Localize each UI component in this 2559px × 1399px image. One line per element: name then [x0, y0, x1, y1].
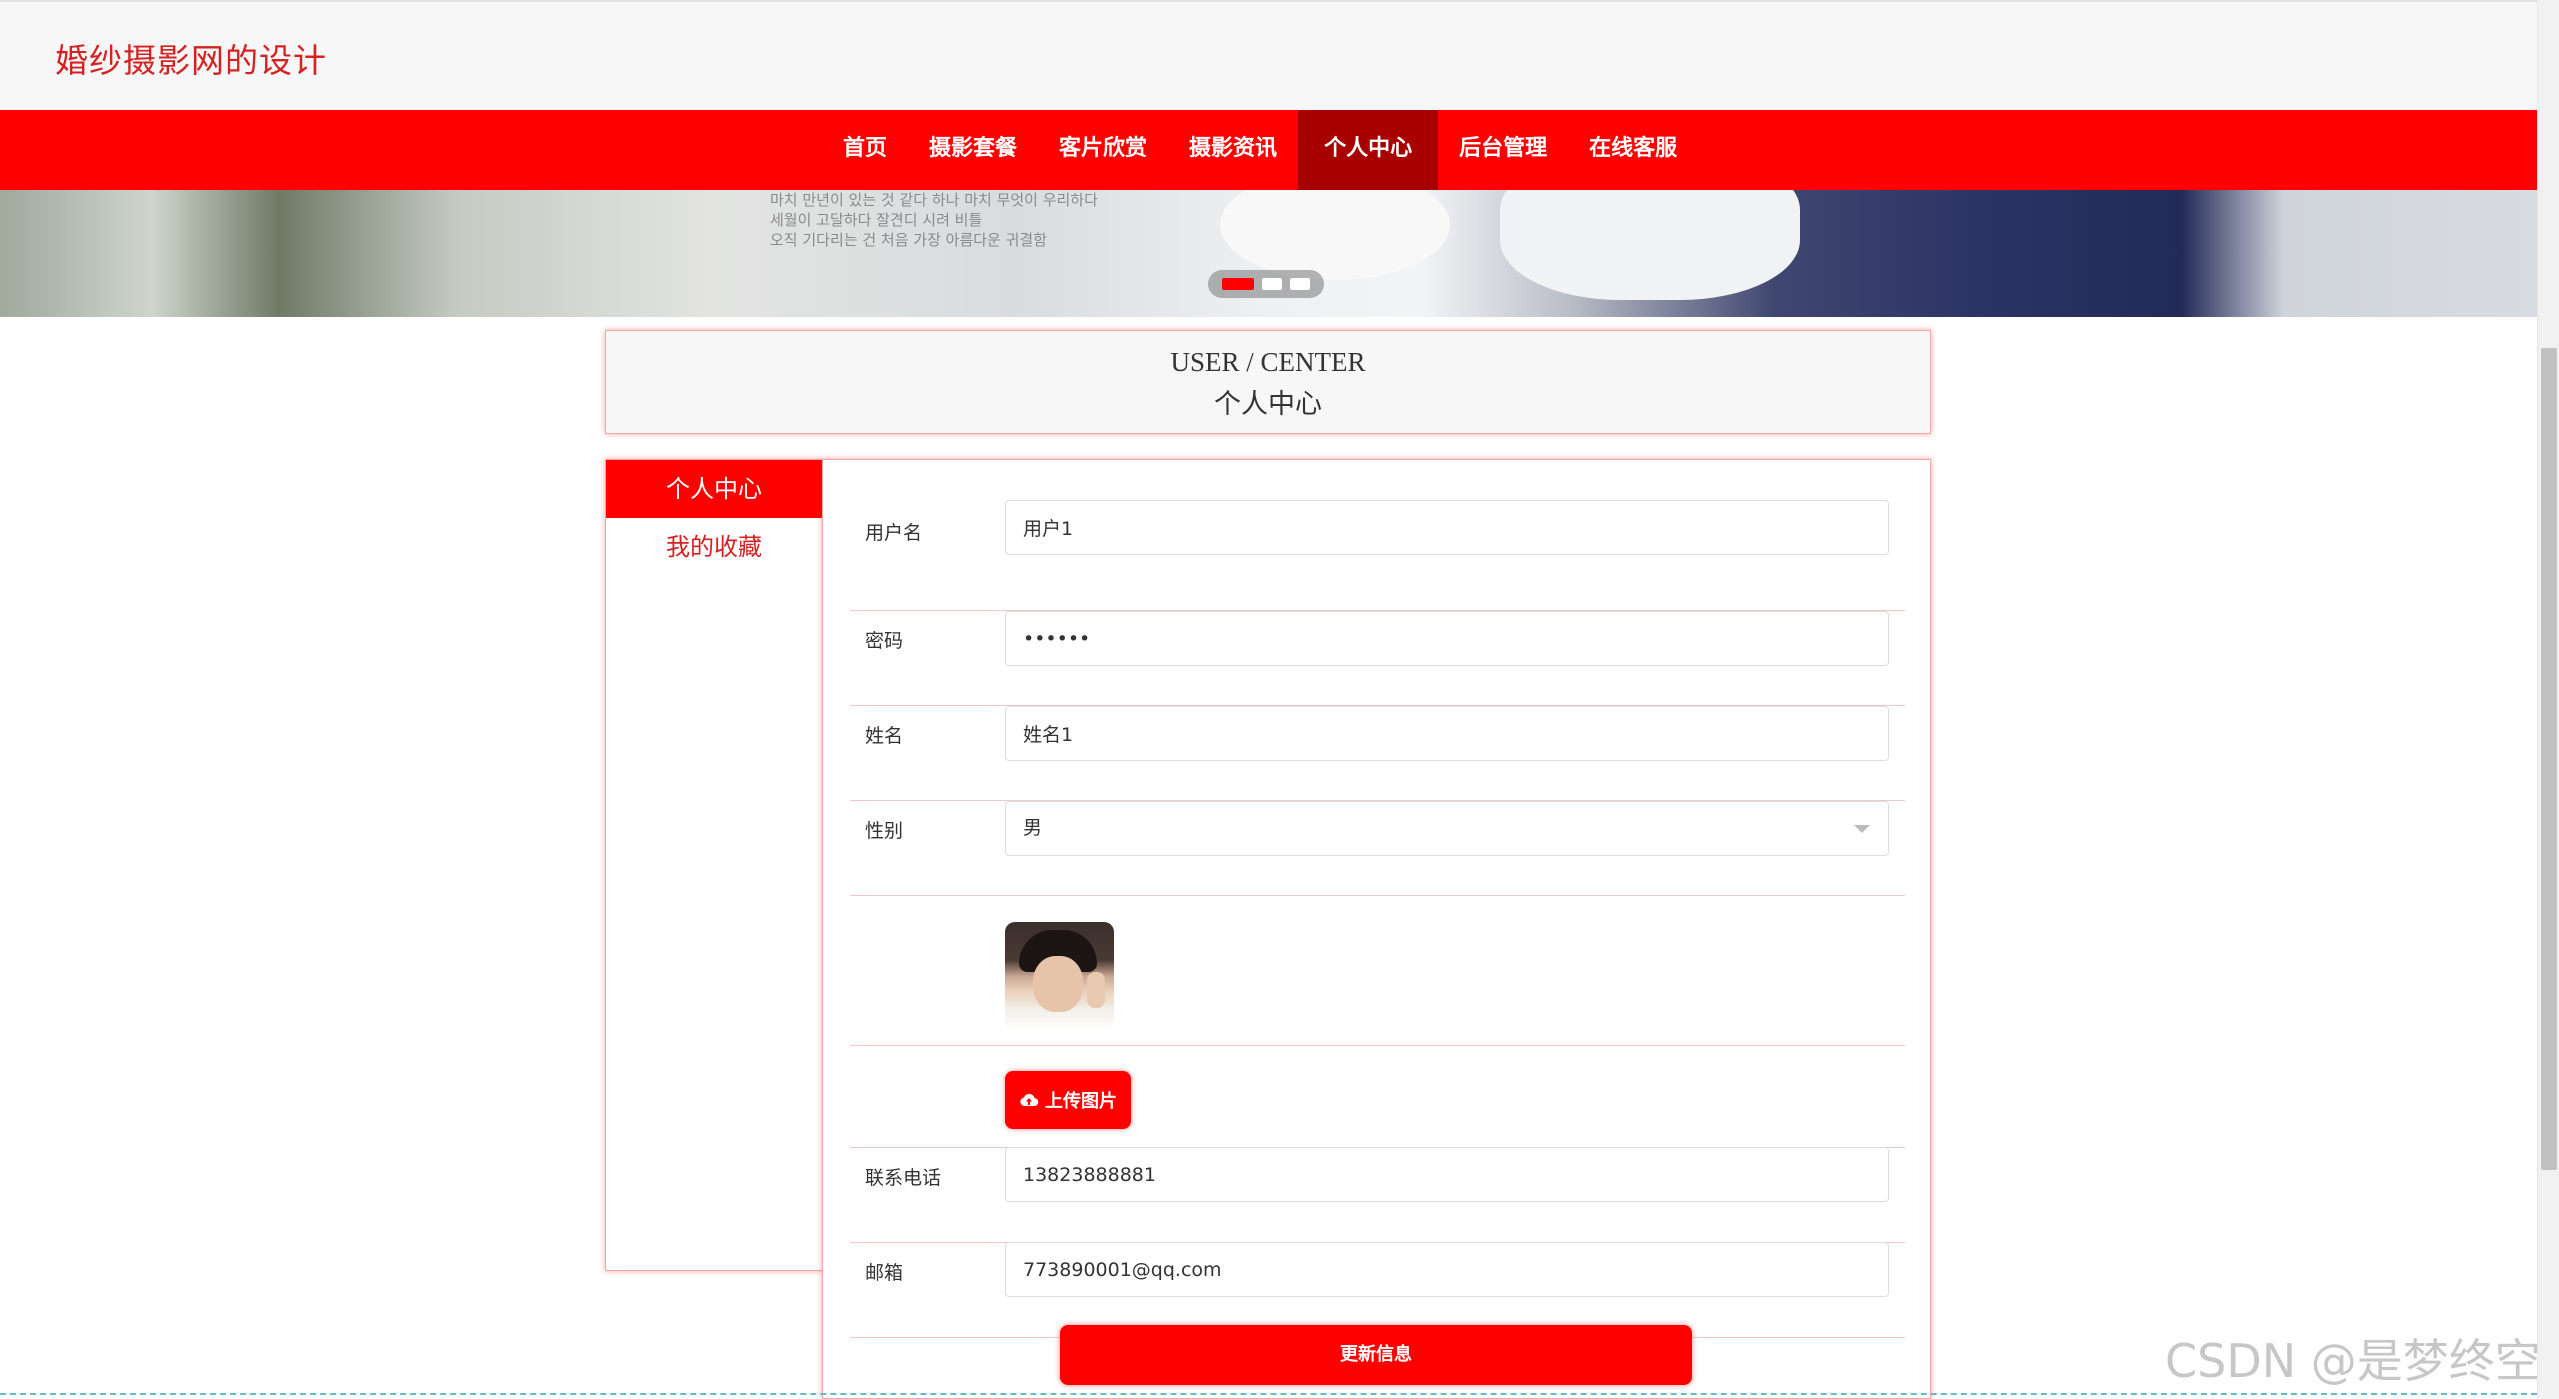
- banner-decoration: [1220, 190, 1450, 280]
- form-row-avatar: [850, 896, 1905, 1046]
- phone-input[interactable]: [1005, 1147, 1889, 1202]
- email-input[interactable]: [1005, 1242, 1889, 1297]
- form-row-phone: 联系电话: [850, 1147, 1905, 1243]
- section-title-box: USER / CENTER 个人中心: [605, 330, 1931, 434]
- username-label: 用户名: [865, 522, 923, 544]
- email-label: 邮箱: [865, 1262, 904, 1284]
- carousel-dot-active[interactable]: [1222, 278, 1254, 290]
- password-label: 密码: [865, 630, 904, 652]
- main-nav: 首页 摄影套餐 客片欣赏 摄影资讯 个人中心 后台管理 在线客服: [0, 110, 2537, 190]
- section-title-en: USER / CENTER: [1170, 347, 1366, 377]
- phone-label: 联系电话: [865, 1167, 942, 1189]
- upload-image-button[interactable]: 上传图片: [1005, 1071, 1131, 1129]
- site-title[interactable]: 婚纱摄影网的设计: [55, 34, 327, 82]
- nav-item-home[interactable]: 首页: [822, 110, 908, 190]
- upload-image-label: 上传图片: [1045, 1091, 1117, 1112]
- form-row-email: 邮箱: [850, 1242, 1905, 1338]
- form-row-username: 用户名: [850, 500, 1905, 611]
- gender-selected-value: 男: [1023, 817, 1043, 839]
- update-info-button[interactable]: 更新信息: [1060, 1325, 1692, 1385]
- section-title-zh: 个人中心: [1214, 389, 1322, 420]
- nav-item-online-service[interactable]: 在线客服: [1568, 110, 1698, 190]
- banner-caption: 마치 만년이 있는 것 같다 하나 마치 무엇이 우리하다 세월이 고달하다 잘…: [770, 190, 1098, 250]
- sidebar-item-favorites[interactable]: 我的收藏: [606, 518, 822, 576]
- carousel-dot[interactable]: [1290, 278, 1310, 290]
- scrollbar-thumb[interactable]: [2541, 348, 2557, 1170]
- form-row-password: 密码: [850, 611, 1905, 706]
- page-scrollbar[interactable]: [2537, 0, 2559, 1399]
- banner-carousel[interactable]: 마치 만년이 있는 것 같다 하나 마치 무엇이 우리하다 세월이 고달하다 잘…: [0, 190, 2537, 317]
- nav-item-admin[interactable]: 后台管理: [1438, 110, 1568, 190]
- gender-label: 性别: [865, 820, 904, 842]
- avatar: [1005, 922, 1114, 1031]
- form-row-upload: 上传图片: [850, 1046, 1905, 1148]
- profile-form: 用户名 密码 姓名 性别 男 上传图片 联系电话: [822, 459, 1931, 1399]
- username-input[interactable]: [1005, 500, 1889, 555]
- user-sidebar: 个人中心 我的收藏: [605, 459, 823, 1271]
- nav-item-news[interactable]: 摄影资讯: [1168, 110, 1298, 190]
- site-header: 婚纱摄影网的设计: [0, 0, 2537, 110]
- banner-caption-line: 오직 기다리는 건 처음 가장 아름다운 귀결함: [770, 231, 1048, 249]
- form-row-gender: 性别 男: [850, 801, 1905, 896]
- cloud-upload-icon: [1020, 1093, 1039, 1107]
- name-input[interactable]: [1005, 706, 1889, 761]
- chevron-down-icon: [1854, 825, 1870, 833]
- banner-caption-line: 세월이 고달하다 잘견디 시려 비틀: [770, 211, 983, 229]
- nav-item-user-center[interactable]: 个人中心: [1298, 110, 1439, 190]
- banner-decoration: [1500, 190, 1800, 300]
- password-input[interactable]: [1005, 611, 1889, 666]
- name-label: 姓名: [865, 725, 904, 747]
- carousel-indicators: [1208, 270, 1324, 298]
- page-bottom-divider: [0, 1393, 2537, 1395]
- nav-item-gallery[interactable]: 客片欣赏: [1038, 110, 1168, 190]
- watermark: CSDN @是梦终空: [2165, 1334, 2541, 1388]
- gender-select[interactable]: 男: [1005, 801, 1889, 856]
- form-row-name: 姓名: [850, 706, 1905, 801]
- sidebar-item-user-center[interactable]: 个人中心: [606, 460, 822, 518]
- nav-item-packages[interactable]: 摄影套餐: [908, 110, 1038, 190]
- carousel-dot[interactable]: [1262, 278, 1282, 290]
- banner-caption-line: 마치 만년이 있는 것 같다 하나 마치 무엇이 우리하다: [770, 191, 1098, 209]
